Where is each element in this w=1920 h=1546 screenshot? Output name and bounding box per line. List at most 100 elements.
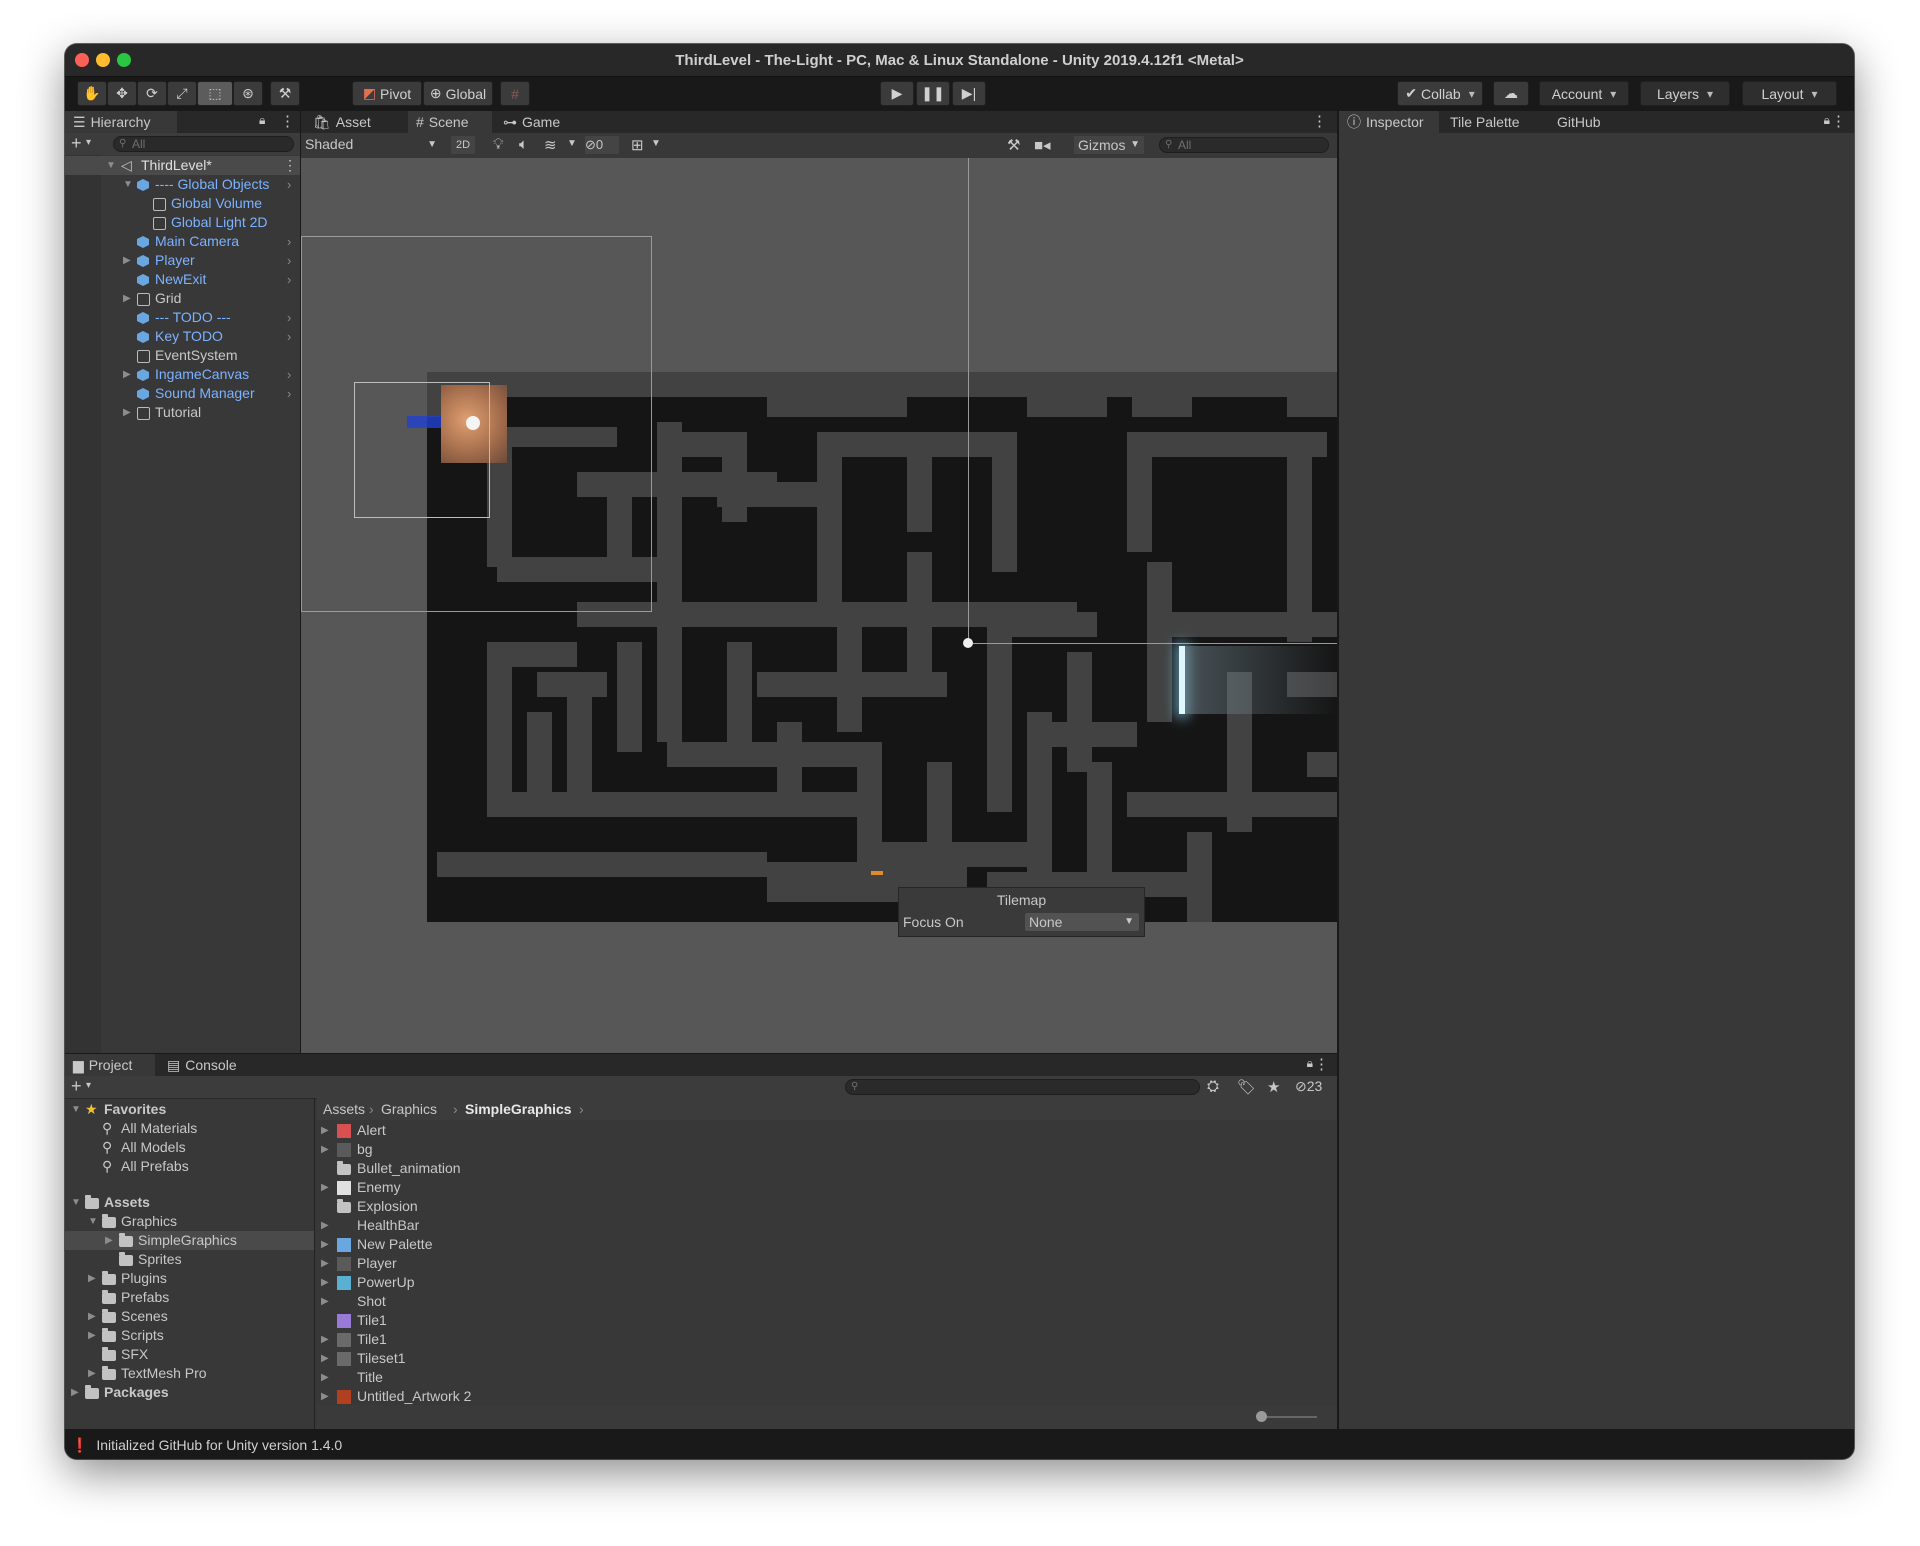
expand-arrow-icon[interactable]: ▶ <box>321 1273 329 1292</box>
pause-button[interactable]: ❚❚ <box>916 81 950 106</box>
asset-item[interactable]: ▶ Alert <box>317 1121 1337 1140</box>
asset-item[interactable]: Explosion <box>317 1197 1337 1216</box>
assets-section[interactable]: ▼ Assets <box>65 1193 314 1212</box>
rect-tool-button[interactable]: ⬚ <box>197 81 233 106</box>
project-search-input[interactable]: ⚲ <box>845 1079 1200 1095</box>
effects-icon[interactable]: ≋ <box>544 136 557 154</box>
asset-item[interactable]: ▶ HealthBar <box>317 1216 1337 1235</box>
open-prefab-chevron-icon[interactable]: › <box>287 175 291 194</box>
lock-icon[interactable]: 🔒︎ <box>1824 113 1830 128</box>
expand-arrow-icon[interactable]: ▶ <box>88 1307 96 1326</box>
key-sprite[interactable] <box>871 871 883 875</box>
scale-tool-button[interactable]: ⤢ <box>167 81 197 106</box>
filter-by-type-icon[interactable]: ⛭ <box>1207 1078 1219 1095</box>
tab-tile-palette[interactable]: Tile Palette <box>1442 111 1542 133</box>
open-prefab-chevron-icon[interactable]: › <box>287 251 291 270</box>
step-button[interactable]: ▶| <box>952 81 986 106</box>
hierarchy-item[interactable]: ▶ IngameCanvas › <box>65 365 300 384</box>
lock-icon[interactable]: 🔒︎ <box>1307 1056 1313 1071</box>
tab-github[interactable]: GitHub <box>1549 111 1619 133</box>
hierarchy-item[interactable]: ▶ Grid <box>65 289 300 308</box>
global-toggle[interactable]: ⊕ Global <box>423 81 493 106</box>
project-tree-item[interactable]: ▼ Graphics <box>65 1212 314 1231</box>
2d-mode-toggle[interactable]: 2D <box>451 136 475 154</box>
project-tree-item[interactable]: Sprites <box>65 1250 314 1269</box>
asset-item[interactable]: Tile1 <box>317 1311 1337 1330</box>
hierarchy-item[interactable]: Global Volume <box>65 194 300 213</box>
expand-arrow-icon[interactable]: ▶ <box>321 1178 329 1197</box>
project-tree-item[interactable]: ▶ Plugins <box>65 1269 314 1288</box>
tab-console[interactable]: ▤ Console <box>159 1054 249 1076</box>
expand-arrow-icon[interactable]: ▶ <box>123 289 131 308</box>
hierarchy-item[interactable]: NewExit › <box>65 270 300 289</box>
status-bar[interactable]: ❗ Initialized GitHub for Unity version 1… <box>65 1431 1854 1459</box>
audio-icon[interactable]: 🔈︎ <box>519 136 528 153</box>
expand-arrow-icon[interactable]: ▶ <box>321 1235 329 1254</box>
tools-icon[interactable]: ⚒ <box>1007 136 1020 154</box>
grid-icon[interactable]: ⊞ <box>631 136 644 154</box>
hand-tool-button[interactable]: ✋ <box>77 81 107 106</box>
project-tree-item[interactable]: Prefabs <box>65 1288 314 1307</box>
open-prefab-chevron-icon[interactable]: › <box>287 270 291 289</box>
collapse-arrow-icon[interactable]: ▼ <box>71 1100 81 1119</box>
filter-by-label-icon[interactable]: 🏷︎ <box>1237 1078 1256 1096</box>
hierarchy-item[interactable]: ▼ ---- Global Objects › <box>65 175 300 194</box>
breadcrumb-graphics[interactable]: Graphics <box>381 1098 437 1120</box>
asset-item[interactable]: Bullet_animation <box>317 1159 1337 1178</box>
light-gizmo-icon[interactable] <box>963 638 973 648</box>
hierarchy-item[interactable]: Main Camera › <box>65 232 300 251</box>
expand-arrow-icon[interactable]: ▶ <box>321 1121 329 1140</box>
open-prefab-chevron-icon[interactable]: › <box>287 327 291 346</box>
scene-row[interactable]: ▼ ◁ ThirdLevel* ⋮ <box>65 156 300 175</box>
expand-arrow-icon[interactable]: ▶ <box>321 1368 329 1387</box>
expand-arrow-icon[interactable]: ▶ <box>88 1326 96 1345</box>
collapse-arrow-icon[interactable]: ▼ <box>88 1212 98 1231</box>
layers-dropdown[interactable]: Layers <box>1640 81 1730 106</box>
play-button[interactable]: ▶ <box>880 81 914 106</box>
kebab-menu-icon[interactable]: ⋮ <box>1314 1055 1329 1073</box>
tab-project[interactable]: ▆ Project <box>65 1054 155 1076</box>
slider-handle[interactable] <box>1256 1411 1267 1422</box>
lock-icon[interactable]: 🔒︎ <box>259 113 265 128</box>
asset-item[interactable]: ▶ Untitled_Artwork 2 <box>317 1387 1337 1406</box>
project-tree-item[interactable]: ▶ TextMesh Pro <box>65 1364 314 1383</box>
gizmos-dropdown[interactable]: Gizmos ▼ <box>1074 136 1144 154</box>
expand-arrow-icon[interactable]: ▶ <box>321 1140 329 1159</box>
scene-viewport[interactable]: Tilemap Focus On None ▼ <box>301 158 1337 1053</box>
collapse-arrow-icon[interactable]: ▼ <box>123 175 133 194</box>
layout-dropdown[interactable]: Layout <box>1742 81 1837 106</box>
expand-arrow-icon[interactable]: ▶ <box>321 1387 329 1406</box>
expand-arrow-icon[interactable]: ▶ <box>321 1330 329 1349</box>
expand-arrow-icon[interactable]: ▶ <box>321 1292 329 1311</box>
hierarchy-item[interactable]: ▶ Player › <box>65 251 300 270</box>
expand-arrow-icon[interactable]: ▶ <box>88 1364 96 1383</box>
scene-search-input[interactable]: ⚲ All <box>1159 137 1329 153</box>
hierarchy-item[interactable]: EventSystem <box>65 346 300 365</box>
asset-item[interactable]: ▶ PowerUp <box>317 1273 1337 1292</box>
hierarchy-item[interactable]: Key TODO › <box>65 327 300 346</box>
breadcrumb-assets[interactable]: Assets <box>323 1098 365 1120</box>
expand-arrow-icon[interactable]: ▶ <box>123 403 131 422</box>
expand-arrow-icon[interactable]: ▶ <box>105 1231 113 1250</box>
hierarchy-item[interactable]: ▶ Tutorial <box>65 403 300 422</box>
chevron-down-icon[interactable]: ▼ <box>567 138 577 149</box>
hierarchy-item[interactable]: --- TODO --- › <box>65 308 300 327</box>
project-tree-item[interactable]: ▶ Scenes <box>65 1307 314 1326</box>
scene-kebab-icon[interactable]: ⋮ <box>283 156 297 175</box>
asset-item[interactable]: ▶ Tileset1 <box>317 1349 1337 1368</box>
project-tree-item[interactable]: SFX <box>65 1345 314 1364</box>
custom-tool-button[interactable]: ⚒ <box>270 81 300 106</box>
hierarchy-item[interactable]: Sound Manager › <box>65 384 300 403</box>
expand-arrow-icon[interactable]: ▶ <box>321 1216 329 1235</box>
breadcrumb-simplegraphics[interactable]: SimpleGraphics <box>465 1098 572 1120</box>
project-tree-item[interactable]: ▶ SimpleGraphics <box>65 1231 314 1250</box>
expand-arrow-icon[interactable]: ▶ <box>88 1269 96 1288</box>
kebab-menu-icon[interactable]: ⋮ <box>1312 112 1327 130</box>
asset-item[interactable]: ▶ Player <box>317 1254 1337 1273</box>
hidden-objects-toggle[interactable]: ⊘0 <box>585 136 619 154</box>
asset-item[interactable]: ▶ Enemy <box>317 1178 1337 1197</box>
expand-arrow-icon[interactable]: ▶ <box>123 365 131 384</box>
shading-mode-dropdown[interactable]: Shaded ▼ <box>305 135 441 154</box>
account-dropdown[interactable]: Account <box>1539 81 1629 106</box>
expand-arrow-icon[interactable]: ▶ <box>321 1349 329 1368</box>
